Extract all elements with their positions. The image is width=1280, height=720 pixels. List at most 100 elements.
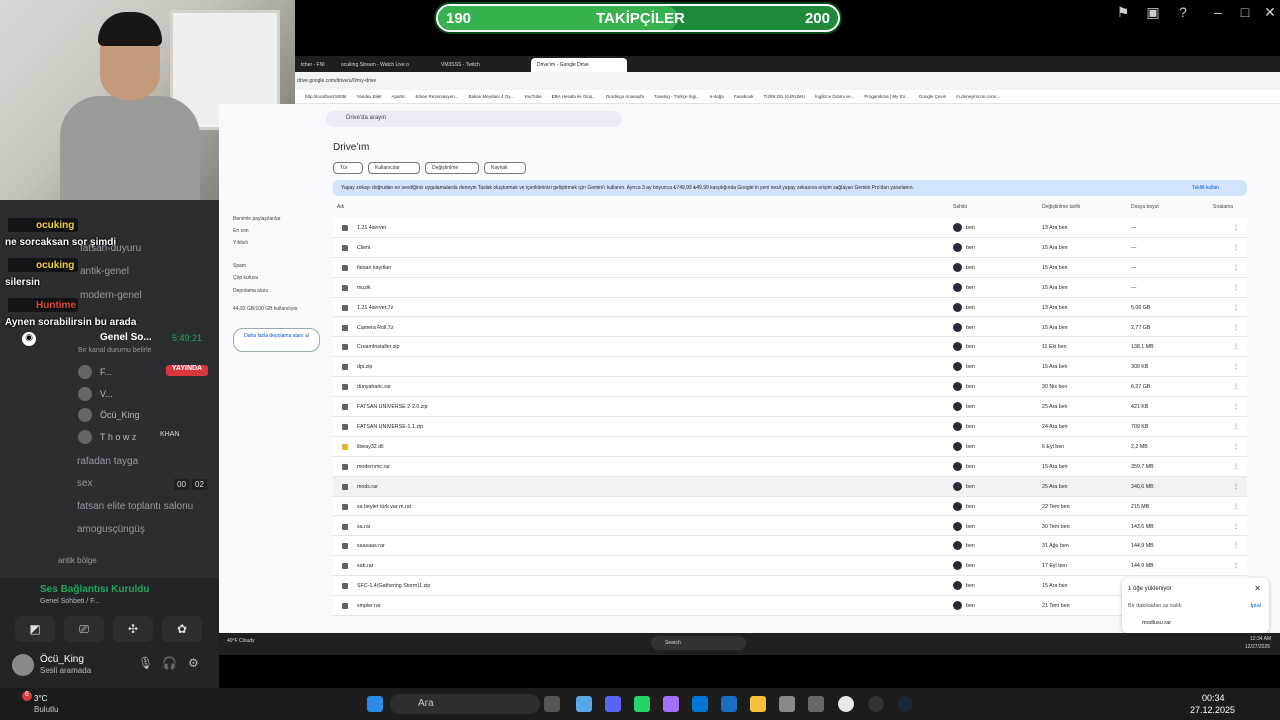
sidenav-item[interactable]: Çöp kutusu [233, 275, 258, 281]
photos-icon[interactable] [721, 696, 737, 712]
file-row[interactable]: modernmc.rar ben 15 Ara ben 359,7 MB ⋮ [333, 456, 1247, 477]
col-name[interactable]: Adı [337, 204, 345, 210]
filter-modified[interactable]: Değiştirilme [425, 162, 479, 174]
voice-status[interactable]: Bir kanal durumu belirle [78, 347, 152, 354]
bookmark-item[interactable]: İngilizce Dizimi ve... [815, 94, 855, 99]
voice-channel[interactable]: fatsan elite toplantı salonu [77, 501, 193, 512]
more-icon[interactable]: ⋮ [1233, 523, 1239, 530]
more-icon[interactable]: ⋮ [1233, 542, 1239, 549]
steam-icon[interactable] [897, 696, 913, 712]
bookmark-item[interactable]: EBA Hesabı ile Giriş... [552, 94, 596, 99]
file-name[interactable]: sab.rar [357, 563, 374, 569]
file-name[interactable]: modernmc.rar [357, 464, 390, 470]
bookmark-item[interactable]: Durdingo Anasayfa [606, 94, 644, 99]
file-row[interactable]: fatsan kayıtları ben 15 Ara ben — ⋮ [333, 257, 1247, 278]
bookmark-item[interactable]: Apartic [391, 94, 405, 99]
file-name[interactable]: Camera Roll.7z [357, 325, 394, 331]
file-name[interactable]: Client [357, 245, 371, 251]
file-name[interactable]: 1.21.4server [357, 225, 386, 231]
filter-users[interactable]: Kullanıcılar [368, 162, 420, 174]
discord-icon[interactable]: ◉ [22, 332, 36, 346]
clock-date[interactable]: 27.12.2025 [1190, 705, 1235, 715]
sidenav-item[interactable]: Yıldızlı [233, 240, 248, 246]
text-channel[interactable]: antik-genel [80, 266, 129, 277]
voice-member[interactable]: T h o w z [100, 432, 136, 442]
voice-member[interactable]: F... [100, 367, 112, 377]
bookmark-item[interactable]: http://localhost:5005/ [305, 94, 347, 99]
address-bar[interactable]: drive.google.com/drive/u/0/my-drive [295, 72, 1280, 90]
voice-member[interactable]: V... [100, 389, 113, 399]
file-name[interactable]: SFC-1.4(Gathering Storm)1.zip [357, 583, 430, 589]
file-row[interactable]: CreamInstaller.zip ben 11 Eki ben 138,1 … [333, 337, 1247, 358]
bookmark-item[interactable]: YouTube [524, 94, 542, 99]
tab-3[interactable]: VM3SSS - Twitch [435, 58, 525, 72]
more-icon[interactable]: ⋮ [1233, 324, 1239, 331]
file-row[interactable]: sa beyler türk var m.rar ben 22 Tem ben … [333, 496, 1247, 517]
file-name[interactable]: fatsan kayıtları [357, 265, 391, 271]
store-icon[interactable] [692, 696, 708, 712]
voice-channel[interactable]: amogusçüngüş [77, 524, 145, 535]
col-owner[interactable]: Sahibi [953, 204, 967, 210]
file-name[interactable]: libeay32.dll [357, 444, 384, 450]
col-sort[interactable]: Sıralama [1213, 204, 1233, 210]
avatar[interactable] [78, 387, 92, 401]
more-icon[interactable]: ⋮ [1233, 503, 1239, 510]
text-channel[interactable]: modern-genel [80, 290, 142, 301]
soundboard-icon[interactable]: ✿ [162, 616, 202, 642]
discord-app-icon[interactable] [605, 696, 621, 712]
bookmark-item[interactable]: e-doğa [710, 94, 724, 99]
file-name[interactable]: mods.rar [357, 484, 378, 490]
file-row[interactable]: 1.21.4server ben 13 Ara ben — ⋮ [333, 218, 1247, 238]
voice-channel-name[interactable]: Genel So... [100, 332, 152, 343]
file-row[interactable]: 1.21.4server.7z ben 13 Ara ben 5,06 GB ⋮ [333, 297, 1247, 318]
file-name[interactable]: smpler.rar [357, 603, 381, 609]
file-row[interactable]: Client ben 15 Ara ben — ⋮ [333, 237, 1247, 258]
file-row[interactable]: FATSAN UNIVERSE 2-2.0.zip ben 25 Ara ben… [333, 397, 1247, 417]
file-name[interactable]: CreamInstaller.zip [357, 344, 399, 350]
picture-icon[interactable]: ▣ [1145, 4, 1161, 20]
filter-source[interactable]: Kaynak [484, 162, 526, 174]
drive-title[interactable]: Drive'ım [333, 142, 369, 153]
file-name[interactable]: saasaas.rar [357, 543, 385, 549]
more-icon[interactable]: ⋮ [1233, 483, 1239, 490]
col-modified[interactable]: Değiştirilme tarihi [1042, 204, 1080, 210]
file-name[interactable]: dpi.zip [357, 364, 372, 370]
more-icon[interactable]: ⋮ [1233, 363, 1239, 370]
avatar[interactable] [78, 408, 92, 422]
start-icon[interactable] [367, 696, 383, 712]
filter-type[interactable]: Tür [333, 162, 363, 174]
more-icon[interactable]: ⋮ [1233, 403, 1239, 410]
taskview-icon[interactable] [544, 696, 560, 712]
explorer-icon[interactable] [750, 696, 766, 712]
more-icon[interactable]: ⋮ [1233, 244, 1239, 251]
help-icon[interactable]: ? [1175, 4, 1191, 20]
banner-action[interactable]: Teklifi kullan [1192, 185, 1219, 191]
bookmark-item[interactable]: Facebook [734, 94, 754, 99]
avatar[interactable] [12, 654, 34, 676]
file-name[interactable]: muzik [357, 285, 371, 291]
sidenav-item[interactable]: Benimle paylaşılanlar [233, 216, 281, 222]
more-icon[interactable]: ⋮ [1233, 383, 1239, 390]
mic-icon[interactable]: 🎙 [138, 656, 153, 670]
bookmark-item[interactable]: Tusenig - Türkçe İngi... [654, 94, 700, 99]
settings-icon[interactable]: ⚙ [188, 656, 199, 670]
voice-member[interactable]: Öcü_King [100, 410, 140, 420]
file-name[interactable]: sa beyler türk var m.rar [357, 504, 411, 510]
more-icon[interactable]: ⋮ [1233, 264, 1239, 271]
tab-1[interactable]: tcher - FNI [295, 58, 335, 72]
activities-icon[interactable]: ✣ [113, 616, 153, 642]
file-name[interactable]: sa.rar [357, 524, 371, 530]
sidenav-item[interactable]: En son [233, 228, 249, 234]
flag-icon[interactable]: ⚑ [1115, 4, 1131, 20]
file-row[interactable]: libeay32.dll ben 6 Eyl ben 2,2 MB ⋮ [333, 436, 1247, 457]
tab-drive[interactable]: Drive'ım - Google Drive [531, 58, 627, 72]
more-icon[interactable]: ⋮ [1233, 443, 1239, 450]
more-icon[interactable]: ⋮ [1233, 343, 1239, 350]
file-row[interactable]: dpi.zip ben 15 Ara ben 309 KB ⋮ [333, 357, 1247, 378]
file-row[interactable]: mods.rar ben 25 Ara ben 340,6 MB ⋮ [333, 476, 1247, 497]
file-row[interactable]: sa.rar ben 30 Tem ben 143,6 MB ⋮ [333, 516, 1247, 537]
minimize-icon[interactable]: – [1210, 4, 1226, 20]
copilot-icon[interactable] [663, 696, 679, 712]
file-name[interactable]: dünyaharic.rar [357, 384, 391, 390]
bookmark-item[interactable]: m.deneyimcon.com/... [956, 94, 1000, 99]
